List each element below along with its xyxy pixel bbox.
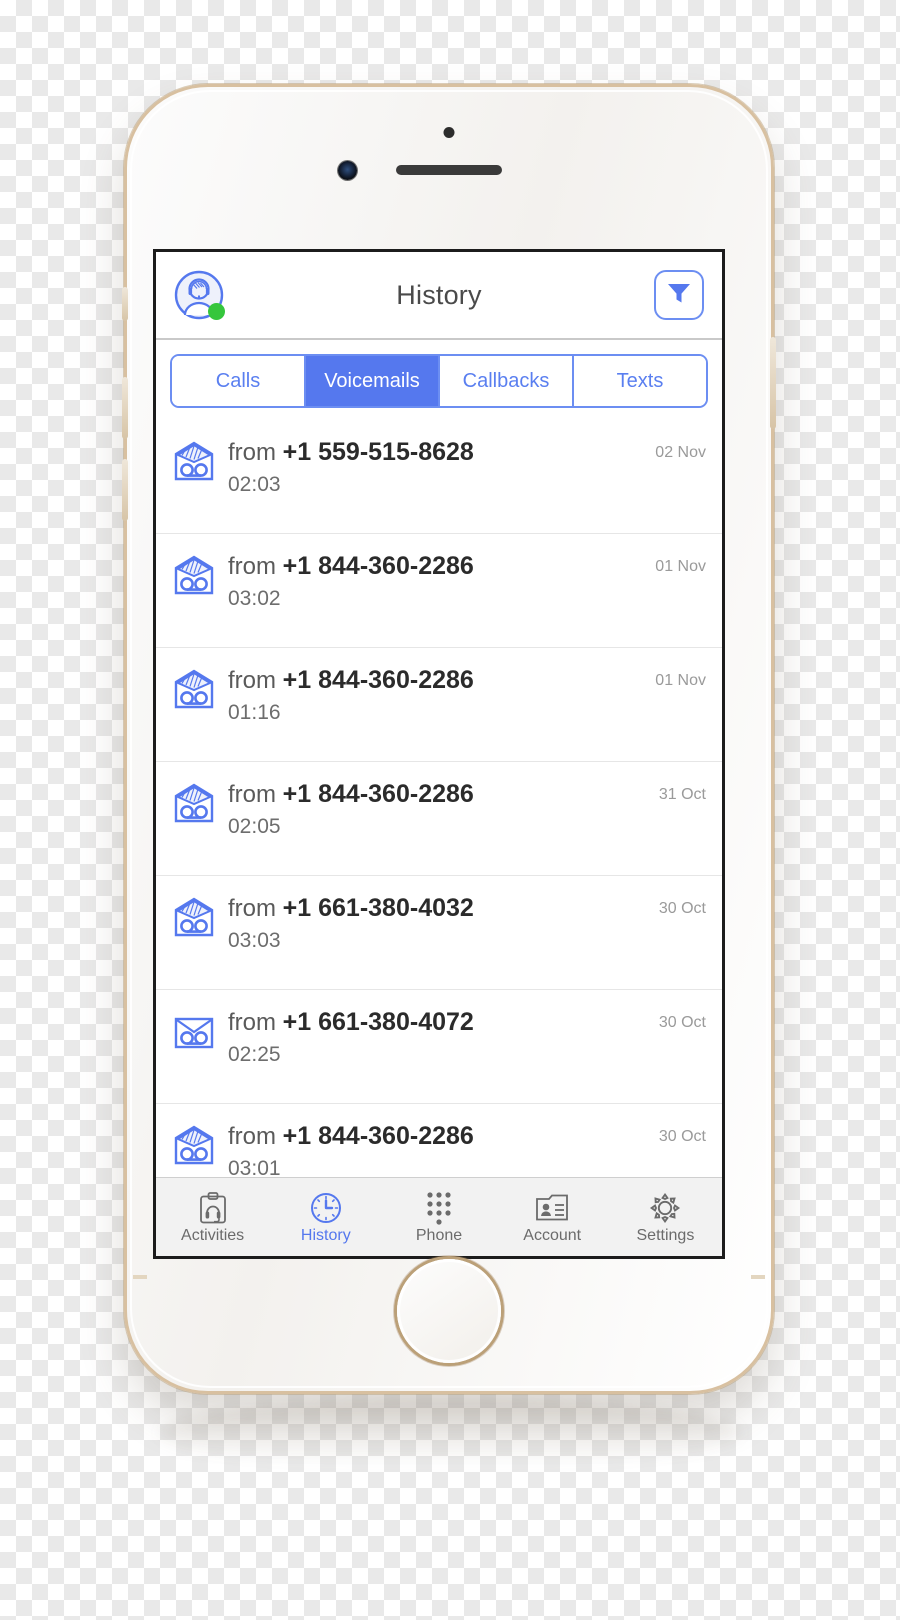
- voicemail-envelope-closed-icon: [172, 1006, 216, 1052]
- filter-button[interactable]: [654, 270, 704, 320]
- voicemail-duration: 02:25: [228, 1043, 281, 1066]
- voicemail-envelope-open-icon: [172, 436, 216, 482]
- voicemail-list: from +1 559-515-8628 02:03 02 Nov from +…: [156, 420, 722, 1177]
- voicemail-caller: from +1 661-380-4032: [228, 894, 659, 923]
- tab-callbacks[interactable]: Callbacks: [440, 356, 574, 406]
- phone-number: +1 844-360-2286: [282, 780, 474, 808]
- earpiece-speaker: [396, 165, 502, 175]
- voicemail-caller: from +1 844-360-2286: [228, 666, 655, 695]
- from-label: from: [228, 1009, 276, 1036]
- front-camera-icon: [338, 161, 357, 180]
- tab-account[interactable]: Account: [496, 1178, 609, 1256]
- app-header: History: [156, 252, 722, 340]
- from-label: from: [228, 439, 276, 466]
- voicemail-date: 01 Nov: [655, 672, 706, 689]
- tab-label: Activities: [181, 1226, 245, 1244]
- silent-switch[interactable]: [122, 287, 128, 321]
- antenna-line-right: [751, 1275, 765, 1279]
- voicemail-date: 31 Oct: [658, 786, 706, 803]
- iphone-device-frame: History Calls Voicemails Callbacks Texts: [122, 84, 776, 1394]
- voicemail-envelope-open-icon: [172, 778, 216, 824]
- tab-phone[interactable]: Phone: [382, 1178, 495, 1256]
- voicemail-date: 30 Oct: [658, 1014, 706, 1031]
- filter-funnel-icon: [666, 281, 692, 310]
- home-button[interactable]: [397, 1259, 501, 1363]
- screenshot-canvas: History Calls Voicemails Callbacks Texts: [0, 0, 900, 1620]
- voicemail-envelope-open-icon: [172, 664, 216, 710]
- table-row[interactable]: from +1 661-380-4032 03:03 30 Oct: [156, 876, 722, 990]
- proximity-sensor-icon: [443, 127, 455, 138]
- voicemail-caller: from +1 844-360-2286: [228, 780, 659, 809]
- tab-activities[interactable]: Activities: [156, 1178, 269, 1256]
- phone-screen: History Calls Voicemails Callbacks Texts: [153, 249, 725, 1259]
- tab-voicemails[interactable]: Voicemails: [306, 356, 440, 406]
- table-row[interactable]: from +1 559-515-8628 02:03 02 Nov: [156, 420, 722, 534]
- voicemail-details: from +1 844-360-2286 03:02: [228, 550, 655, 611]
- voicemail-envelope-open-icon: [172, 1120, 216, 1166]
- from-label: from: [228, 895, 276, 922]
- antenna-line-left: [133, 1275, 147, 1279]
- tab-settings[interactable]: Settings: [609, 1178, 722, 1256]
- tab-texts[interactable]: Texts: [574, 356, 706, 406]
- clock-icon: [310, 1191, 342, 1225]
- table-row[interactable]: from +1 844-360-2286 01:16 01 Nov: [156, 648, 722, 762]
- voicemail-caller: from +1 559-515-8628: [228, 438, 655, 467]
- phone-number: +1 661-380-4032: [282, 894, 474, 922]
- voicemail-details: from +1 844-360-2286 03:01: [228, 1120, 659, 1177]
- device-reflection: [160, 1398, 740, 1468]
- from-label: from: [228, 553, 276, 580]
- voicemail-caller: from +1 844-360-2286: [228, 552, 655, 581]
- phone-number: +1 844-360-2286: [282, 1122, 474, 1150]
- contact-card-icon: [536, 1191, 569, 1225]
- voicemail-duration: 02:05: [228, 815, 281, 838]
- from-label: from: [228, 781, 276, 808]
- from-label: from: [228, 667, 276, 694]
- voicemail-caller: from +1 661-380-4072: [228, 1008, 659, 1037]
- voicemail-duration: 03:01: [228, 1157, 281, 1177]
- agent-avatar-button[interactable]: [174, 270, 225, 320]
- voicemail-details: from +1 559-515-8628 02:03: [228, 436, 655, 497]
- tab-label: Phone: [415, 1226, 463, 1244]
- volume-down-button[interactable]: [122, 459, 128, 521]
- voicemail-date: 30 Oct: [658, 900, 706, 917]
- history-segmented-control: Calls Voicemails Callbacks Texts: [170, 354, 708, 408]
- voicemail-envelope-open-icon: [172, 550, 216, 596]
- segmented-control-wrapper: Calls Voicemails Callbacks Texts: [156, 340, 722, 420]
- power-button[interactable]: [770, 337, 776, 429]
- voicemail-details: from +1 844-360-2286 01:16: [228, 664, 655, 725]
- tab-label: Account: [523, 1226, 582, 1244]
- voicemail-duration: 03:02: [228, 587, 281, 610]
- table-row[interactable]: from +1 661-380-4072 02:25 30 Oct: [156, 990, 722, 1104]
- voicemail-duration: 01:16: [228, 701, 281, 724]
- page-title: History: [396, 279, 482, 310]
- voicemail-details: from +1 661-380-4032 03:03: [228, 892, 659, 953]
- phone-number: +1 844-360-2286: [282, 666, 474, 694]
- voicemail-envelope-open-icon: [172, 892, 216, 938]
- tab-label: Settings: [636, 1226, 695, 1244]
- from-label: from: [228, 1123, 276, 1150]
- tab-history[interactable]: History: [269, 1178, 382, 1256]
- dialpad-icon: [425, 1191, 453, 1225]
- voicemail-duration: 03:03: [228, 929, 281, 952]
- volume-up-button[interactable]: [122, 377, 128, 439]
- clipboard-headset-icon: [198, 1191, 228, 1225]
- voicemail-duration: 02:03: [228, 473, 281, 496]
- voicemail-date: 01 Nov: [655, 558, 706, 575]
- table-row[interactable]: from +1 844-360-2286 03:01 30 Oct: [156, 1104, 722, 1177]
- voicemail-date: 02 Nov: [655, 444, 706, 461]
- tab-label: History: [300, 1226, 351, 1244]
- bottom-tab-bar: Activities History Phone Account Setting…: [156, 1177, 722, 1256]
- table-row[interactable]: from +1 844-360-2286 03:02 01 Nov: [156, 534, 722, 648]
- gear-icon: [649, 1191, 681, 1225]
- voicemail-details: from +1 661-380-4072 02:25: [228, 1006, 659, 1067]
- phone-number: +1 559-515-8628: [282, 438, 474, 466]
- online-status-badge: [208, 303, 225, 320]
- phone-number: +1 661-380-4072: [282, 1008, 474, 1036]
- table-row[interactable]: from +1 844-360-2286 02:05 31 Oct: [156, 762, 722, 876]
- voicemail-caller: from +1 844-360-2286: [228, 1122, 659, 1151]
- voicemail-details: from +1 844-360-2286 02:05: [228, 778, 659, 839]
- phone-number: +1 844-360-2286: [282, 552, 474, 580]
- tab-calls[interactable]: Calls: [172, 356, 306, 406]
- voicemail-date: 30 Oct: [658, 1128, 706, 1145]
